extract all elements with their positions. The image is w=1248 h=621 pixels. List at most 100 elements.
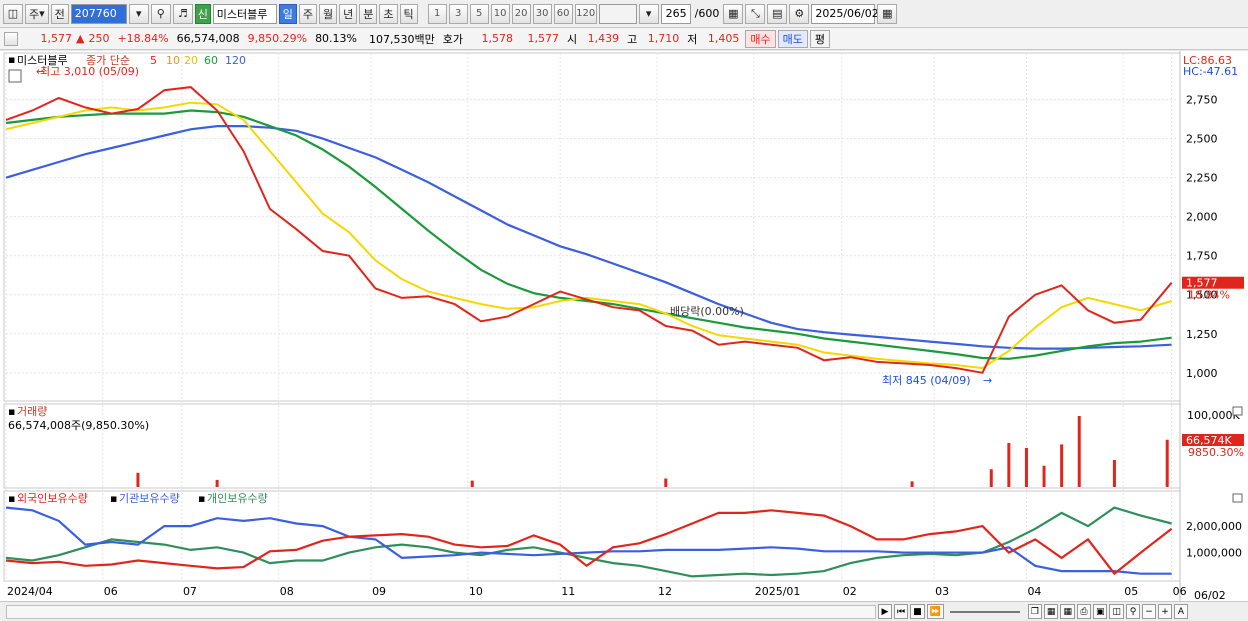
period-month[interactable]: 월 xyxy=(319,3,338,24)
x-tick-label: 07 xyxy=(183,585,197,598)
price-change: 250 xyxy=(88,32,110,45)
period-second[interactable]: 초 xyxy=(379,3,398,24)
interval-30[interactable]: 30 xyxy=(532,3,552,24)
interval-20[interactable]: 20 xyxy=(511,3,531,24)
scroll-track[interactable] xyxy=(6,604,876,619)
sell-button[interactable]: 매도 xyxy=(777,29,808,48)
code-dropdown-icon[interactable]: ▾ xyxy=(128,3,149,24)
table-icon[interactable] xyxy=(8,69,22,83)
volume-bar xyxy=(1024,447,1028,487)
low-arrow-icon: → xyxy=(983,374,992,387)
scroll-right-icon[interactable]: ▶ xyxy=(878,604,892,619)
bid-price-1: 1,578 xyxy=(481,32,514,45)
chart-menu-icon[interactable]: ◫ xyxy=(3,3,23,24)
gear-icon[interactable]: ⚙ xyxy=(789,3,810,24)
x-tick-label: 03 xyxy=(935,585,949,598)
holdings-square-icon: ▪ xyxy=(8,492,15,505)
count-total: /600 xyxy=(694,7,720,20)
candle-icon[interactable]: ▦ xyxy=(723,3,744,24)
interval-custom-input[interactable] xyxy=(598,3,637,24)
price-ytick-label: 2,750 xyxy=(1186,94,1218,107)
image-icon[interactable]: ▣ xyxy=(1092,604,1108,619)
rewind-icon[interactable]: ⏮ xyxy=(894,604,909,619)
chart-area[interactable]: 2,750 2,500 2,250 2,000 1,750 1,500 1,250 1,000… xyxy=(0,51,1248,602)
volume-bar xyxy=(215,479,219,487)
volume-close-icon[interactable] xyxy=(1232,406,1243,416)
zoom-slider[interactable] xyxy=(949,610,1020,613)
plus-icon[interactable]: + xyxy=(1157,604,1172,619)
interval-dropdown-icon[interactable]: ▾ xyxy=(638,3,659,24)
buy-button[interactable]: 매수 xyxy=(745,29,776,48)
price-ytick-label: 1,250 xyxy=(1186,328,1218,341)
volume-bar xyxy=(470,480,474,487)
quote-toggle-icon[interactable] xyxy=(4,31,18,46)
stop-icon[interactable]: ■ xyxy=(910,604,925,619)
print-icon[interactable]: ⎙ xyxy=(1076,604,1091,619)
trade-amount: 107,530백만 xyxy=(369,32,435,46)
low-price: 1,405 xyxy=(707,32,740,45)
ma-period-120: 120 xyxy=(225,54,246,67)
interval-120[interactable]: 120 xyxy=(574,3,597,24)
legend-individual: 개인보유수량 xyxy=(207,492,268,505)
price-ytick-label: 2,500 xyxy=(1186,133,1218,146)
period-week[interactable]: 주 xyxy=(298,3,318,24)
zoom-in-icon[interactable]: ⚲ xyxy=(1125,604,1140,619)
interval-10[interactable]: 10 xyxy=(490,3,510,24)
open-label: 시 xyxy=(567,32,578,46)
interval-3[interactable]: 3 xyxy=(448,3,468,24)
stock-code-input[interactable]: 207760 xyxy=(70,3,127,24)
x-tick-label: 12 xyxy=(658,585,672,598)
volume-bar xyxy=(1165,439,1169,487)
interval-5[interactable]: 5 xyxy=(469,3,489,24)
volume-bar xyxy=(1042,465,1046,487)
legend-institution: 기관보유수량 xyxy=(119,492,180,505)
draw-icon[interactable]: ⤡ xyxy=(745,3,766,24)
interval-1[interactable]: 1 xyxy=(427,3,447,24)
holdings-panel xyxy=(3,490,1181,582)
holdings-ytick-label: 1,000,000 xyxy=(1186,547,1242,560)
fast-forward-icon[interactable]: ⏩ xyxy=(926,604,944,619)
stock-name-field[interactable]: 미스터블루 xyxy=(212,3,277,24)
average-button[interactable]: 평 xyxy=(809,29,830,48)
quote-bar: 1,577 ▲ 250 +18.84% 66,574,008 9,850.29%… xyxy=(0,28,1248,50)
ma-period-20: 20 xyxy=(184,54,198,67)
volume-bar xyxy=(1007,442,1011,487)
font-size-icon[interactable]: A xyxy=(1173,604,1188,619)
search-icon[interactable]: ⚲ xyxy=(150,3,171,24)
interval-60[interactable]: 60 xyxy=(553,3,573,24)
x-tick-label: 2025/01 xyxy=(755,585,801,598)
low-annotation: 최저 845 (04/09) xyxy=(882,374,971,387)
bid-price-2: 1,577 xyxy=(527,32,560,45)
chart-svg[interactable]: 2,7502,5002,2502,0001,7501,5001,2501,000… xyxy=(0,51,1248,602)
sound-icon[interactable]: ♬ xyxy=(172,3,193,24)
prev-button[interactable]: 전 xyxy=(50,3,69,24)
layout-icon[interactable]: ◫ xyxy=(1109,604,1124,619)
volume-bar xyxy=(1060,444,1064,487)
low-label: 저 xyxy=(687,32,698,46)
count-input[interactable]: 265 xyxy=(660,3,691,24)
period-minute[interactable]: 분 xyxy=(359,3,378,24)
dividend-annotation: 배당락(0.00%) xyxy=(670,305,744,318)
x-tick-label: 09 xyxy=(372,585,386,598)
minus-icon[interactable]: − xyxy=(1141,604,1156,619)
holdings-close-icon[interactable] xyxy=(1232,493,1243,503)
legend-square-icon-3: ▪ xyxy=(198,492,205,505)
grid-icon[interactable]: ▦ xyxy=(1060,604,1075,619)
toolbar: ◫ 주 ▾ 전 207760 ▾ ⚲ ♬ 신 미스터블루 일 주 월 년 분 초 … xyxy=(0,0,1248,28)
x-tick-label: 10 xyxy=(469,585,483,598)
save-icon[interactable]: ▤ xyxy=(767,3,788,24)
date-input[interactable]: 2025/06/02 xyxy=(811,3,879,24)
period-day[interactable]: 일 xyxy=(278,3,297,24)
legend-square-icon-2: ▪ xyxy=(110,492,117,505)
calendar-icon[interactable]: ▦ xyxy=(877,3,898,24)
price-ytick-label: 2,250 xyxy=(1186,172,1218,185)
volume-bar xyxy=(910,481,914,487)
change-rate: +18.84% xyxy=(117,32,169,45)
period-select[interactable]: 주 ▾ xyxy=(25,3,49,24)
period-year[interactable]: 년 xyxy=(339,3,358,24)
copy-icon[interactable]: ❐ xyxy=(1027,604,1042,619)
volume-square-icon: ▪ xyxy=(8,405,15,418)
period-tick[interactable]: 틱 xyxy=(399,3,418,24)
compare-icon[interactable]: ▦ xyxy=(1043,604,1059,619)
volume-panel xyxy=(3,403,1181,489)
